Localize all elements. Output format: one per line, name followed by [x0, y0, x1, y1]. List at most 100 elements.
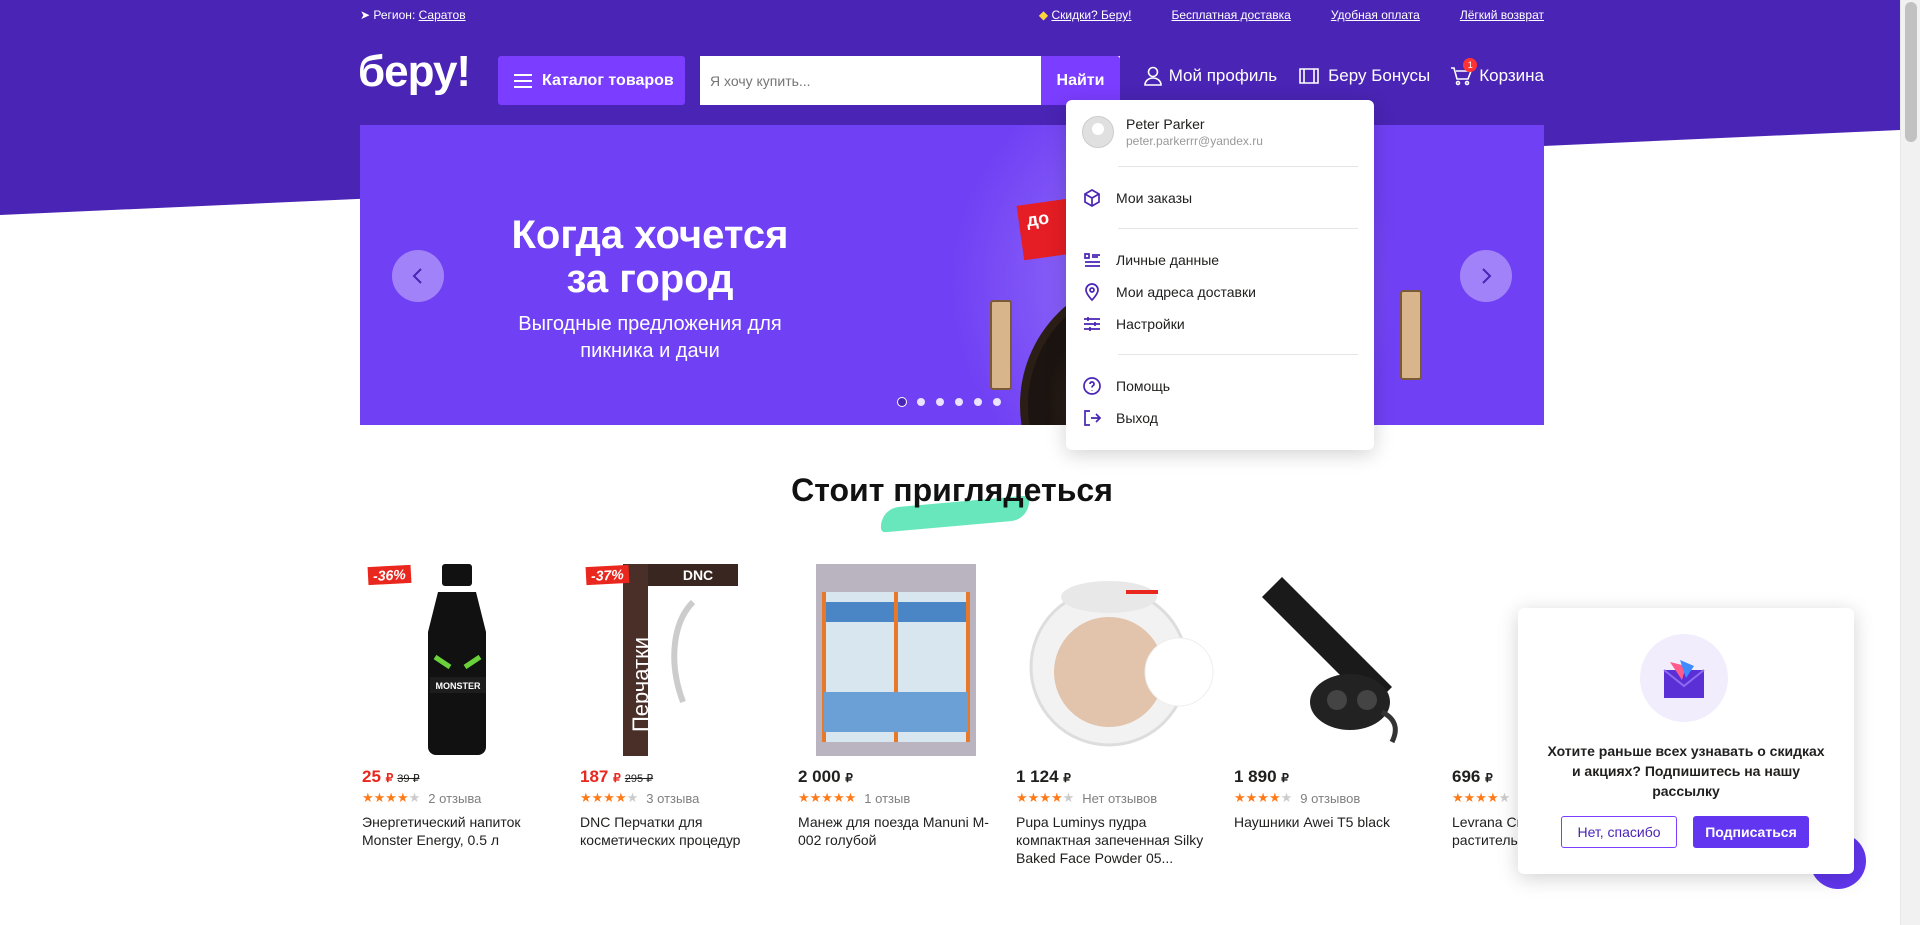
menu-item-label: Настройки: [1116, 316, 1185, 332]
rating-stars-icon: ★★★★★: [1016, 790, 1075, 805]
rating-stars-icon: ★★★★★: [1452, 790, 1511, 805]
product-rating: ★★★★★ 3 отзыва: [580, 790, 699, 806]
location-arrow-icon: ➤: [360, 8, 371, 22]
price-value: 1 124: [1016, 767, 1059, 786]
profile-link[interactable]: Мой профиль: [1143, 66, 1278, 86]
rating-stars-icon: ★★★★★: [362, 790, 421, 805]
price-value: 696: [1452, 767, 1481, 786]
user-nav: Мой профиль Беру Бонусы 1 Корзина: [1143, 58, 1544, 86]
logout-icon: [1084, 410, 1102, 426]
menu-item-settings[interactable]: Настройки: [1082, 314, 1185, 334]
banner-prev-button[interactable]: [392, 250, 444, 302]
reviews-count[interactable]: 2 отзыва: [428, 791, 481, 806]
subscribe-text: Хотите раньше всех узнавать о скидках и …: [1547, 743, 1825, 799]
profile-label: Мой профиль: [1168, 66, 1278, 85]
search-button[interactable]: Найти: [1041, 56, 1120, 105]
cart-link[interactable]: 1 Корзина: [1450, 58, 1544, 86]
price-currency: ₽: [613, 771, 621, 785]
reviews-count[interactable]: 9 отзывов: [1300, 791, 1360, 806]
banner-subtitle: Выгодные предложения для пикника и дачи: [518, 313, 782, 362]
cart-label: Корзина: [1479, 66, 1544, 85]
banner-next-button[interactable]: [1460, 250, 1512, 302]
catalog-label: Каталог товаров: [542, 71, 674, 89]
rating-stars-icon: ★★★★★: [798, 790, 857, 805]
menu-item-label: Мои адреса доставки: [1116, 284, 1256, 300]
banner-dot[interactable]: [974, 398, 982, 406]
return-link[interactable]: Лёгкий возврат: [1460, 8, 1544, 22]
svg-text:MONSTER: MONSTER: [436, 681, 482, 691]
reviews-count[interactable]: 1 отзыв: [864, 791, 910, 806]
product-image[interactable]: DNC Перчатки: [578, 562, 778, 757]
dropdown-user: Peter Parker peter.parkerrr@yandex.ru: [1082, 116, 1263, 148]
price-value: 1 890: [1234, 767, 1277, 786]
divider: [1118, 354, 1358, 355]
subscribe-button[interactable]: Подписаться: [1693, 816, 1809, 848]
decline-button[interactable]: Нет, спасибо: [1561, 816, 1677, 848]
menu-item-help[interactable]: Помощь: [1082, 376, 1170, 396]
old-price: 39 ₽: [397, 773, 420, 785]
reviews-count[interactable]: 3 отзыва: [646, 791, 699, 806]
banner-dots: [898, 398, 1001, 406]
region-selector[interactable]: ➤ Регион: Саратов: [360, 8, 466, 22]
product-image[interactable]: [796, 562, 996, 757]
product-title[interactable]: Levrana Сы... 100% нату... раститель...: [1452, 813, 1520, 849]
product-title[interactable]: Pupa Luminys пудра компактная запеченная…: [1016, 813, 1211, 867]
product-image[interactable]: [1450, 562, 1520, 757]
catalog-button[interactable]: Каталог товаров: [498, 56, 685, 105]
payment-link[interactable]: Удобная оплата: [1331, 8, 1420, 22]
reviews-count[interactable]: Нет отзывов: [1082, 791, 1157, 806]
section-title-text: Стоит приглядеться: [791, 472, 1113, 508]
page-scrollbar[interactable]: [1900, 0, 1920, 925]
divider: [1118, 228, 1358, 229]
product-title[interactable]: Наушники Awei T5 black: [1234, 813, 1429, 831]
product-title[interactable]: DNC Перчатки для косметических процедур: [580, 813, 775, 849]
product-carousel: -36% MONSTER 25 ₽39 ₽ ★★★★★ 2 отзыва Энергети…: [360, 560, 1520, 890]
price-value: 2 000: [798, 767, 841, 786]
free-delivery-link[interactable]: Бесплатная доставка: [1171, 8, 1290, 22]
product-image[interactable]: MONSTER: [360, 562, 560, 757]
menu-item-label: Выход: [1116, 410, 1158, 426]
sliders-icon: [1084, 317, 1100, 331]
product-title[interactable]: Энергетический напиток Monster Energy, 0…: [362, 813, 557, 849]
banner-dot[interactable]: [898, 398, 906, 406]
list-icon: [1084, 253, 1100, 267]
banner-dot[interactable]: [936, 398, 944, 406]
cart-count-badge: 1: [1463, 58, 1478, 72]
product-rating: ★★★★★ 2 отзыва: [362, 790, 481, 806]
discount-badge: -36%: [367, 564, 412, 586]
pan-handle-left: [990, 300, 1012, 390]
bonus-link[interactable]: Беру Бонусы: [1297, 66, 1430, 86]
region-link[interactable]: Саратов: [419, 8, 466, 22]
product-image[interactable]: [1014, 562, 1214, 757]
envelope-icon: [1640, 634, 1728, 722]
menu-item-addresses[interactable]: Мои адреса доставки: [1082, 282, 1256, 302]
promo-link[interactable]: ◆ Скидки? Беру!: [1039, 8, 1132, 22]
product-rating: ★★★★★ 9 отзывов: [1234, 790, 1360, 806]
product-rating: ★★★★★ Нет отзывов: [1016, 790, 1157, 806]
scrollbar-thumb[interactable]: [1905, 2, 1917, 142]
menu-item-personal-data[interactable]: Личные данные: [1082, 250, 1219, 270]
price-currency: ₽: [1063, 771, 1071, 785]
product-rating: ★★★★★: [1452, 790, 1518, 806]
product-title[interactable]: Манеж для поезда Manuni M-002 голубой: [798, 813, 993, 849]
old-price: 295 ₽: [624, 773, 654, 785]
promo-link-text[interactable]: Скидки? Беру!: [1051, 8, 1131, 22]
banner-dot[interactable]: [917, 398, 925, 406]
logo[interactable]: беру!: [358, 50, 471, 94]
banner-dot[interactable]: [993, 398, 1001, 406]
product-price: 696 ₽: [1452, 767, 1493, 787]
menu-item-orders[interactable]: Мои заказы: [1082, 188, 1192, 208]
price-currency: ₽: [1281, 771, 1289, 785]
help-icon: [1083, 377, 1101, 395]
menu-item-logout[interactable]: Выход: [1082, 408, 1158, 428]
menu-item-label: Мои заказы: [1116, 190, 1193, 206]
banner-dot[interactable]: [955, 398, 963, 406]
banner-title: Когда хочется за город: [511, 213, 789, 301]
product-image[interactable]: [1232, 562, 1432, 757]
user-icon: [1143, 66, 1162, 86]
product-price: 1 124 ₽: [1016, 767, 1071, 787]
price-value: 187: [580, 767, 609, 786]
tag-icon: ◆: [1038, 8, 1049, 22]
price-currency: ₽: [385, 771, 394, 785]
price-currency: ₽: [1485, 771, 1493, 785]
